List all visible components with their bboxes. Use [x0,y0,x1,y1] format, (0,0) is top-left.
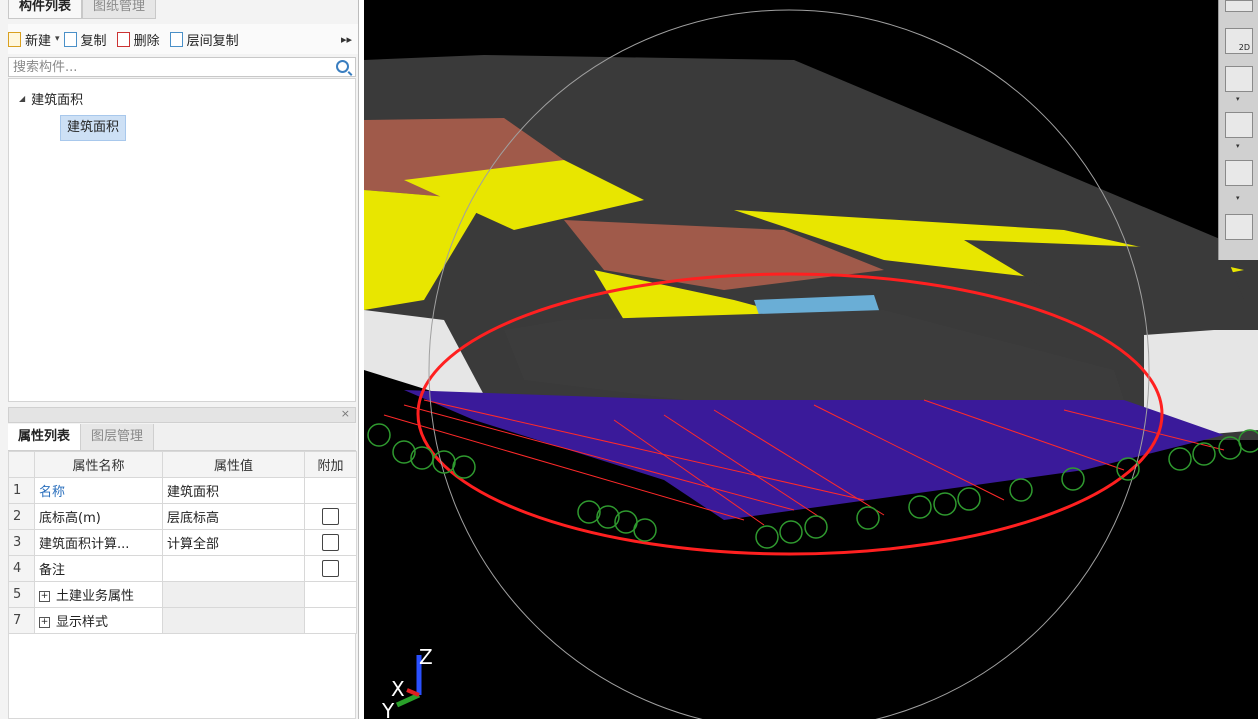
extra-checkbox[interactable] [322,508,339,525]
3d-scene[interactable]: Z X Y [364,0,1258,719]
header-property-name: 属性名称 [34,451,163,478]
property-value[interactable]: 层底标高 [162,503,305,530]
new-button-label: 新建 [25,33,52,49]
table-header-row: 属性名称 属性值 附加 [8,451,357,478]
extra-cell [304,607,357,634]
property-group-label: 土建业务属性 [56,589,135,604]
header-rownum [8,451,35,478]
extra-cell [304,503,357,530]
rotate-icon[interactable] [1225,160,1253,186]
layer-copy-icon [169,31,183,47]
property-name: 备注 [34,555,163,582]
extra-cell [304,555,357,582]
property-value[interactable]: 建筑面积 [162,477,305,504]
row-number: 3 [8,529,35,556]
axis-y-label: Y [381,699,395,719]
chevron-down-icon[interactable]: ▾ [1236,95,1240,103]
search-box [8,57,356,77]
more-tools-icon[interactable]: ▸▸ [341,33,352,46]
box-view-icon[interactable] [1225,112,1253,138]
left-panel: 构件列表 图纸管理 新建 ▾ 复制 删除 层间复制 ▸▸ ◢ 建筑面积 建筑面 [0,0,359,719]
layer-copy-button[interactable]: 层间复制 [169,30,239,49]
property-group-name[interactable]: + 显示样式 [34,607,163,634]
header-property-value: 属性值 [162,451,305,478]
extra-checkbox[interactable] [322,560,339,577]
row-number: 2 [8,503,35,530]
header-extra: 附加 [304,451,357,478]
property-value [162,581,305,608]
view-toolbar: 2D ▾ ▾ ▾ [1218,0,1258,260]
properties-empty-area [8,634,356,719]
chevron-down-icon[interactable]: ▾ [55,34,60,44]
dynamic-observe-icon[interactable] [1225,66,1253,92]
new-button[interactable]: 新建 [8,30,51,49]
new-file-icon [8,31,21,47]
view-2d-label: 2D [1238,43,1250,52]
table-row[interactable]: 4 备注 [8,555,357,582]
view-2d-button[interactable]: 2D [1225,28,1253,54]
search-input[interactable] [9,58,327,76]
property-name: 建筑面积计算... [34,529,163,556]
tab-property-list[interactable]: 属性列表 [8,424,82,450]
property-value[interactable]: 计算全部 [162,529,305,556]
delete-icon [116,31,130,47]
copy-button-label: 复制 [80,33,107,49]
tree-node-parent[interactable]: ◢ 建筑面积 [19,89,83,108]
property-group-label: 显示样式 [56,615,109,630]
close-icon[interactable]: × [341,407,350,420]
expand-icon[interactable]: + [39,617,50,628]
copy-button[interactable]: 复制 [63,30,107,49]
chevron-down-icon[interactable]: ▾ [1236,142,1240,150]
row-number: 1 [8,477,35,504]
expand-icon[interactable]: + [39,591,50,602]
property-group-name[interactable]: + 土建业务属性 [34,581,163,608]
table-row[interactable]: 2 底标高(m) 层底标高 [8,503,357,530]
table-row[interactable]: 5 + 土建业务属性 [8,581,357,608]
row-number: 4 [8,555,35,582]
property-value[interactable] [162,555,305,582]
property-name: 底标高(m) [34,503,163,530]
extra-cell [304,477,357,504]
properties-table: 属性名称 属性值 附加 1 名称 建筑面积 2 底标高(m) 层底标高 3 建筑… [8,451,357,634]
delete-button[interactable]: 删除 [116,30,160,49]
tree-node-child-selected[interactable]: 建筑面积 [60,115,127,141]
axis-z-label: Z [419,645,433,669]
chevron-down-icon[interactable]: ▾ [1236,194,1240,202]
property-name: 名称 [34,477,163,504]
top-tabs: 构件列表 图纸管理 [8,0,157,19]
table-row[interactable]: 7 + 显示样式 [8,607,357,634]
axis-triad: Z X Y [381,645,433,719]
table-row[interactable]: 3 建筑面积计算... 计算全部 [8,529,357,556]
copy-icon [63,31,77,47]
properties-tabs: 属性列表 图层管理 [8,424,356,451]
row-number: 5 [8,581,35,608]
delete-button-label: 删除 [133,33,160,49]
extra-cell [304,581,357,608]
component-tree: ◢ 建筑面积 建筑面积 [8,78,356,402]
tab-layer-management[interactable]: 图层管理 [81,424,155,450]
floor-purple-slab [404,390,1224,520]
extra-cell [304,529,357,556]
3d-viewport[interactable]: Z X Y [364,0,1258,719]
row-number: 7 [8,607,35,634]
search-icon[interactable] [336,60,349,73]
component-toolbar: 新建 ▾ 复制 删除 层间复制 ▸▸ [8,24,358,54]
view-cube-icon[interactable] [1225,0,1253,12]
property-value [162,607,305,634]
tree-node-parent-label: 建筑面积 [31,93,84,108]
tab-drawing-management[interactable]: 图纸管理 [82,0,157,19]
properties-panel-titlebar: × [8,407,356,423]
axis-x-label: X [391,677,405,701]
tab-component-list[interactable]: 构件列表 [8,0,83,19]
extra-checkbox[interactable] [322,534,339,551]
layer-copy-button-label: 层间复制 [186,33,239,49]
view-settings-icon[interactable] [1225,214,1253,240]
table-row[interactable]: 1 名称 建筑面积 [8,477,357,504]
collapse-arrow-icon[interactable]: ◢ [19,94,25,103]
